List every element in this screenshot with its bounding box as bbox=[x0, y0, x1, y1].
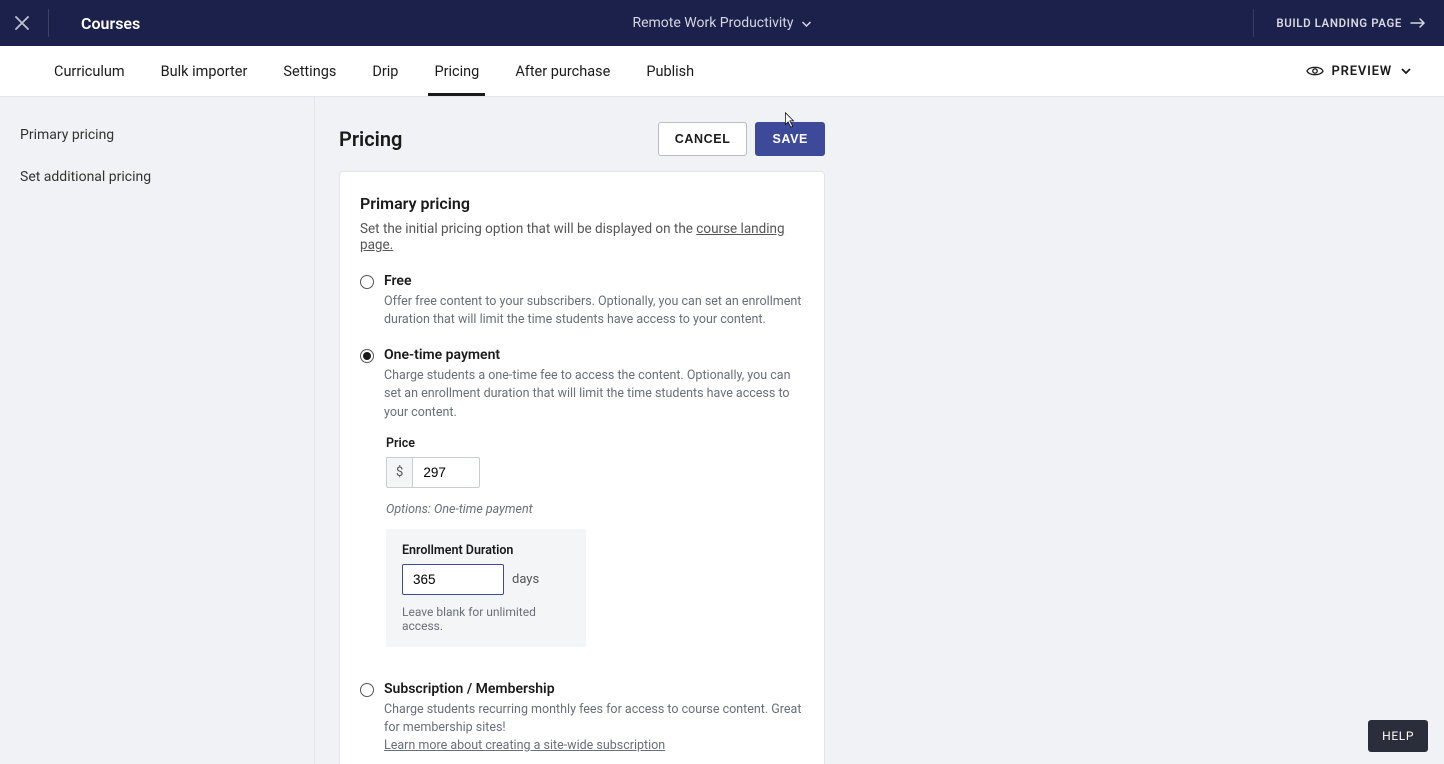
radio-free[interactable] bbox=[360, 275, 374, 289]
subscription-learn-more-link[interactable]: Learn more about creating a site-wide su… bbox=[384, 738, 665, 753]
topbar-title: Courses bbox=[81, 14, 140, 33]
topbar-right: BUILD LANDING PAGE bbox=[1249, 0, 1444, 46]
cursor-icon bbox=[780, 111, 798, 129]
tab-label: Pricing bbox=[434, 63, 479, 80]
sidebar-item-additional-pricing[interactable]: Set additional pricing bbox=[0, 161, 314, 195]
save-button[interactable]: SAVE bbox=[755, 122, 825, 156]
desc-text: Charge students recurring monthly fees f… bbox=[384, 702, 801, 735]
tab-label: Bulk importer bbox=[161, 63, 248, 80]
tab-label: Publish bbox=[646, 63, 694, 80]
page-header: Pricing CANCEL SAVE bbox=[339, 117, 825, 161]
eye-icon bbox=[1306, 65, 1324, 77]
course-name: Remote Work Productivity bbox=[632, 15, 793, 31]
page-title: Pricing bbox=[339, 127, 402, 151]
option-description: Offer free content to your subscribers. … bbox=[384, 293, 804, 329]
left-sidebar: Primary pricing Set additional pricing bbox=[0, 97, 315, 764]
main-panel: Pricing CANCEL SAVE Primary pricing Set … bbox=[315, 97, 1444, 764]
button-label: CANCEL bbox=[675, 132, 731, 146]
sidebar-item-label: Set additional pricing bbox=[20, 169, 151, 185]
enroll-hint: Leave blank for unlimited access. bbox=[402, 605, 570, 633]
build-landing-page-button[interactable]: BUILD LANDING PAGE bbox=[1258, 16, 1444, 30]
tab-after-purchase[interactable]: After purchase bbox=[497, 46, 628, 96]
divider bbox=[1253, 9, 1254, 37]
tab-bulk-importer[interactable]: Bulk importer bbox=[143, 46, 266, 96]
help-button[interactable]: HELP bbox=[1368, 720, 1428, 752]
options-note: Options: One-time payment bbox=[386, 502, 804, 517]
tab-label: Settings bbox=[283, 63, 336, 80]
arrow-right-icon bbox=[1410, 17, 1426, 29]
radio-subscription[interactable] bbox=[360, 683, 374, 697]
currency-prefix: $ bbox=[386, 457, 412, 488]
sidebar-item-primary-pricing[interactable]: Primary pricing bbox=[0, 119, 314, 153]
card-subtitle: Set the initial pricing option that will… bbox=[360, 221, 804, 253]
subtitle-text: Set the initial pricing option that will… bbox=[360, 221, 696, 237]
help-label: HELP bbox=[1382, 729, 1414, 743]
close-icon bbox=[15, 16, 29, 30]
preview-button[interactable]: PREVIEW bbox=[1306, 46, 1444, 96]
option-label: Subscription / Membership bbox=[384, 681, 804, 697]
primary-pricing-card: Primary pricing Set the initial pricing … bbox=[339, 171, 825, 764]
tab-settings[interactable]: Settings bbox=[265, 46, 354, 96]
content-area: Primary pricing Set additional pricing P… bbox=[0, 97, 1444, 764]
tab-pricing[interactable]: Pricing bbox=[416, 46, 497, 96]
tab-drip[interactable]: Drip bbox=[354, 46, 416, 96]
cancel-button[interactable]: CANCEL bbox=[658, 122, 748, 156]
chevron-down-icon bbox=[1400, 67, 1412, 75]
price-block: Price $ Options: One-time payment Enroll… bbox=[384, 436, 804, 647]
tab-label: After purchase bbox=[515, 63, 610, 80]
price-input-group: $ bbox=[386, 457, 804, 488]
price-input[interactable] bbox=[412, 457, 480, 488]
enroll-suffix: days bbox=[512, 572, 539, 587]
button-label: SAVE bbox=[772, 132, 808, 146]
option-description: Charge students a one-time fee to access… bbox=[384, 367, 804, 421]
tab-label: Curriculum bbox=[54, 63, 125, 80]
tabs-bar: Curriculum Bulk importer Settings Drip P… bbox=[0, 46, 1444, 97]
enroll-label: Enrollment Duration bbox=[402, 543, 570, 558]
option-description: Charge students recurring monthly fees f… bbox=[384, 701, 804, 755]
close-button[interactable] bbox=[0, 0, 44, 46]
option-label: One-time payment bbox=[384, 347, 804, 363]
option-onetime: One-time payment Charge students a one-t… bbox=[360, 347, 804, 656]
preview-label: PREVIEW bbox=[1332, 64, 1392, 79]
landing-label: BUILD LANDING PAGE bbox=[1276, 16, 1402, 30]
sidebar-item-label: Primary pricing bbox=[20, 127, 114, 143]
topbar-left: Courses bbox=[0, 0, 140, 46]
page-actions: CANCEL SAVE bbox=[658, 122, 825, 156]
radio-onetime[interactable] bbox=[360, 349, 374, 363]
option-label: Free bbox=[384, 273, 804, 289]
enrollment-duration-input[interactable] bbox=[402, 564, 504, 595]
price-label: Price bbox=[386, 436, 804, 451]
topbar: Courses Remote Work Productivity BUILD L… bbox=[0, 0, 1444, 46]
tab-publish[interactable]: Publish bbox=[628, 46, 712, 96]
tab-curriculum[interactable]: Curriculum bbox=[36, 46, 143, 96]
divider bbox=[48, 9, 49, 37]
card-title: Primary pricing bbox=[360, 194, 804, 213]
option-free: Free Offer free content to your subscrib… bbox=[360, 273, 804, 329]
tab-label: Drip bbox=[372, 63, 398, 80]
option-subscription: Subscription / Membership Charge student… bbox=[360, 681, 804, 755]
course-selector[interactable]: Remote Work Productivity bbox=[632, 15, 811, 31]
enrollment-duration-block: Enrollment Duration days Leave blank for… bbox=[386, 529, 586, 647]
caret-down-icon bbox=[802, 21, 812, 27]
